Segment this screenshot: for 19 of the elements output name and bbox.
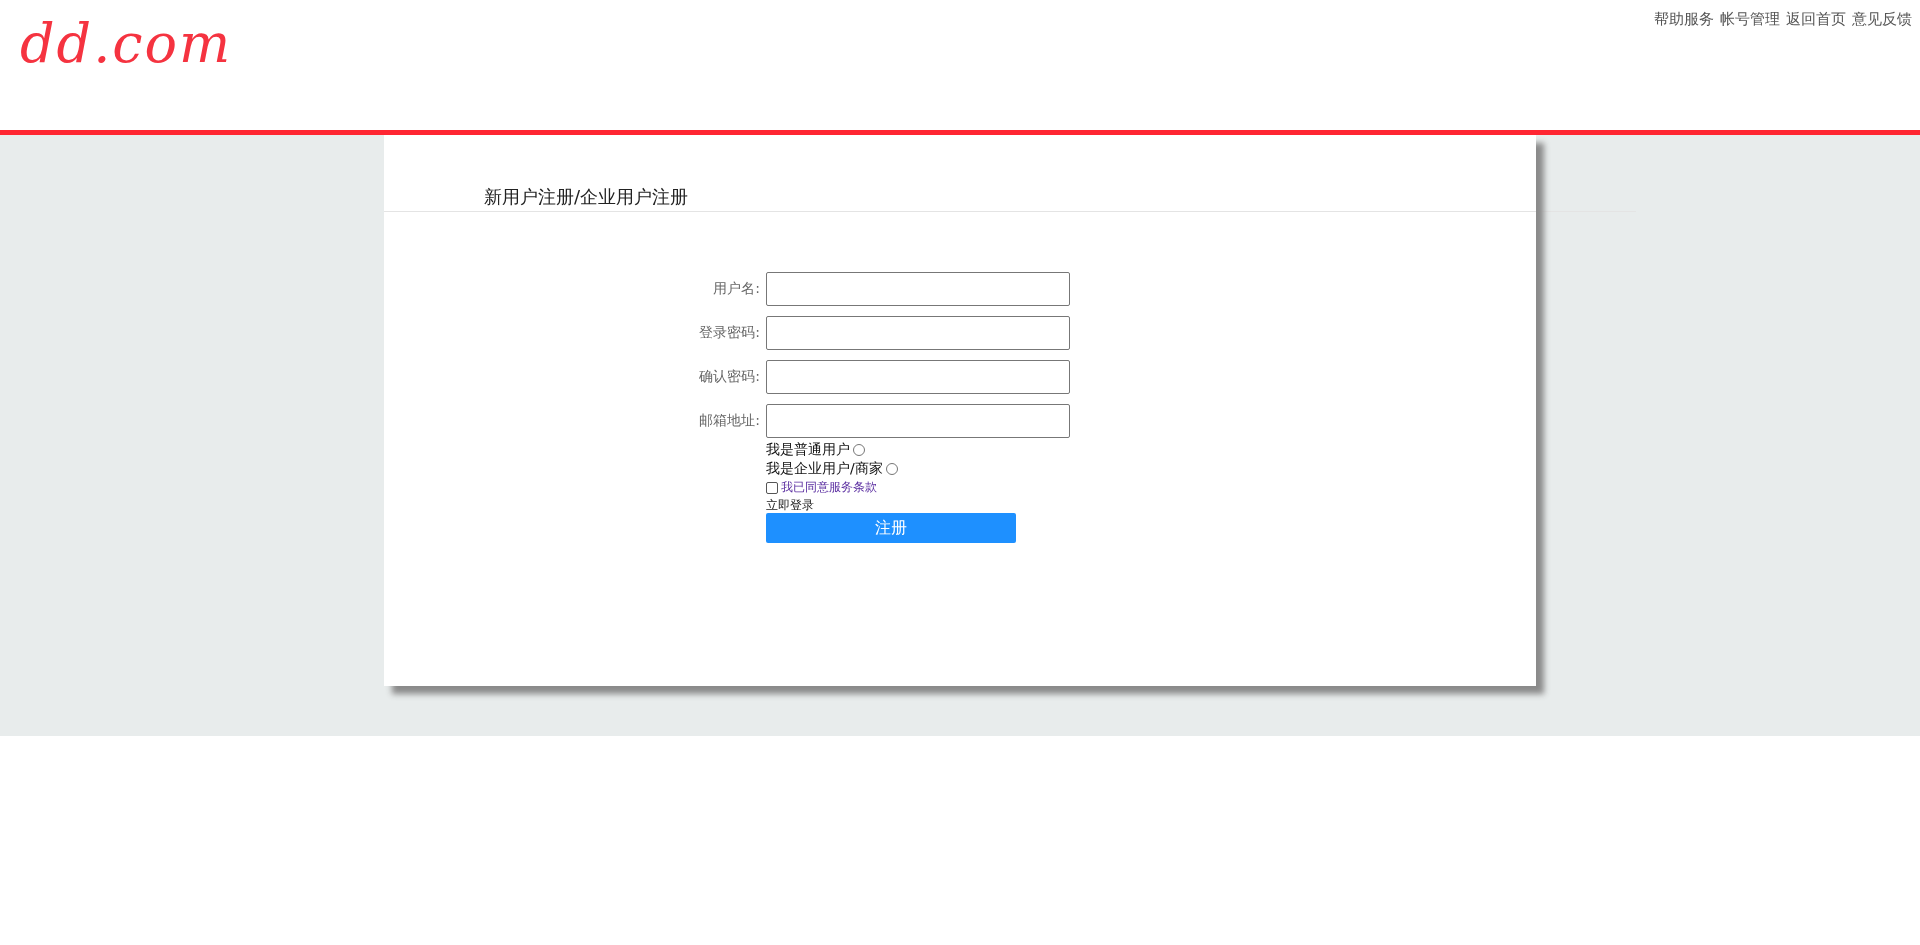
nav-link[interactable]: 帐号管理 xyxy=(1720,10,1780,29)
field-label: 确认密码: xyxy=(698,368,761,386)
terms-link[interactable]: 我已同意服务条款 xyxy=(781,479,877,496)
login-link[interactable]: 立即登录 xyxy=(766,497,814,513)
form-title: 新用户注册/企业用户注册 xyxy=(484,185,689,209)
radio-label: 我是企业用户/商家 xyxy=(766,459,883,478)
input-field[interactable] xyxy=(766,316,1070,350)
radio-label: 我是普通用户 xyxy=(766,440,850,459)
logo: dd.com xyxy=(20,14,233,74)
field-label: 用户名: xyxy=(712,280,761,298)
input-field[interactable] xyxy=(766,272,1070,306)
nav-link[interactable]: 意见反馈 xyxy=(1852,10,1912,29)
field-label: 邮箱地址: xyxy=(698,412,761,430)
field-label: 登录密码: xyxy=(698,324,761,342)
nav-link[interactable]: 帮助服务 xyxy=(1654,10,1714,29)
checkbox[interactable] xyxy=(766,481,778,494)
nav-link[interactable]: 返回首页 xyxy=(1786,10,1846,29)
input-field[interactable] xyxy=(766,404,1070,438)
input-field[interactable] xyxy=(766,360,1070,394)
